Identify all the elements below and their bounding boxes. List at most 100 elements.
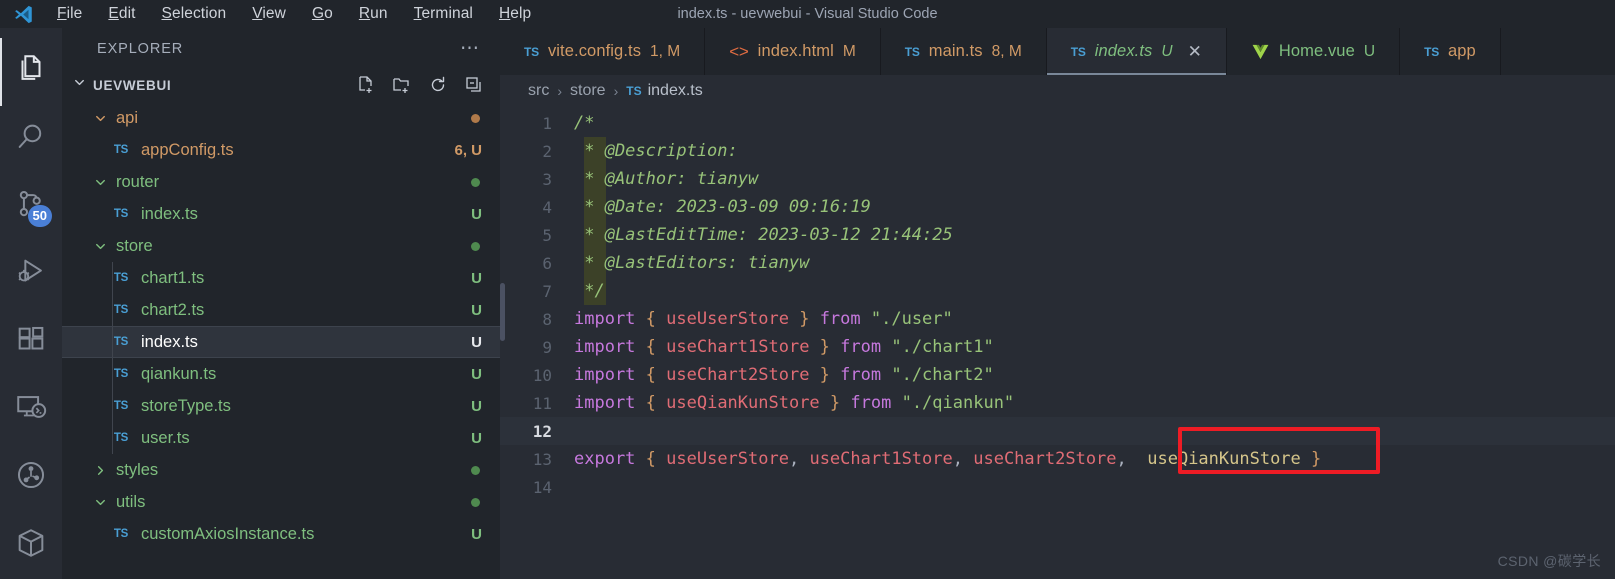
menu-item-help[interactable]: Help bbox=[486, 3, 544, 25]
tree-item-label: qiankun.ts bbox=[141, 364, 217, 383]
code-token: from bbox=[829, 365, 892, 385]
breadcrumb-part[interactable]: src bbox=[528, 82, 549, 100]
editor-tab-vite-config-ts[interactable]: TS vite.config.ts 1, M bbox=[500, 28, 706, 75]
tree-file-index-ts[interactable]: TS index.ts U bbox=[62, 198, 500, 230]
code-token: */ bbox=[574, 281, 605, 301]
graph-circle-icon bbox=[14, 458, 48, 497]
code-token: * @LastEditors: tianyw bbox=[574, 253, 810, 273]
tree-file-customAxiosInstance-ts[interactable]: TS customAxiosInstance.ts U bbox=[62, 518, 500, 550]
code-token: useChart1Store bbox=[809, 449, 953, 469]
new-file-icon[interactable] bbox=[356, 75, 376, 95]
code-token: , bbox=[1116, 449, 1148, 469]
tree-folder-utils[interactable]: utils bbox=[62, 486, 500, 518]
ts-icon: TS bbox=[113, 528, 129, 540]
breadcrumb-part[interactable]: store bbox=[570, 82, 606, 100]
menu-mnemonic: V bbox=[252, 5, 263, 22]
package-box-icon bbox=[14, 526, 48, 565]
files-icon bbox=[14, 52, 48, 91]
title-bar: File Edit Selection View Go Run Terminal Help i… bbox=[0, 0, 1615, 28]
watermark: CSDN @碳学长 bbox=[1497, 553, 1601, 569]
line-number: 13 bbox=[532, 449, 552, 469]
folder-status-dot bbox=[471, 465, 480, 475]
tree-item-label: index.ts bbox=[141, 204, 198, 223]
file-git-status: U bbox=[471, 333, 482, 351]
tree-item-label: chart1.ts bbox=[141, 268, 205, 287]
code-token: { bbox=[645, 337, 667, 357]
folder-status-dot bbox=[471, 177, 480, 187]
activity-bar-extensions[interactable] bbox=[0, 309, 62, 377]
tree-folder-styles[interactable]: styles bbox=[62, 454, 500, 486]
code-token: useQianKunStore bbox=[1147, 449, 1301, 469]
editor-tab-Home-vue[interactable]: Home.vue U bbox=[1226, 28, 1401, 75]
menu-mnemonic: S bbox=[161, 5, 172, 22]
code-token: /* bbox=[574, 113, 595, 133]
code-token: import bbox=[574, 337, 646, 357]
menu-item-run[interactable]: Run bbox=[346, 3, 401, 25]
activity-bar-graph[interactable] bbox=[0, 444, 62, 512]
line-number: 11 bbox=[532, 393, 552, 413]
line-number: 10 bbox=[532, 365, 552, 385]
tree-file-index-ts[interactable]: TS index.ts U bbox=[62, 326, 500, 358]
tree-item-label: router bbox=[116, 172, 160, 191]
code-token: useQianKunStore bbox=[666, 393, 820, 413]
remote-explorer-icon bbox=[14, 390, 48, 429]
tree-file-chart1-ts[interactable]: TS chart1.ts U bbox=[62, 262, 500, 294]
ellipsis-icon[interactable]: ⋯ bbox=[460, 39, 480, 58]
editor-tab-index-ts[interactable]: TS index.ts U ✕ bbox=[1046, 28, 1227, 75]
menu-item-terminal[interactable]: Terminal bbox=[401, 3, 486, 25]
editor-tab-app[interactable]: TS app bbox=[1400, 28, 1501, 75]
code-token: } bbox=[809, 337, 830, 357]
activity-bar-package[interactable] bbox=[0, 511, 62, 579]
sidebar-title: EXPLORER bbox=[97, 41, 184, 57]
tree-folder-api[interactable]: api bbox=[62, 102, 500, 134]
tree-item-label: appConfig.ts bbox=[141, 140, 234, 159]
code-line: 10 import { useChart2Store } from "./char… bbox=[500, 361, 1615, 389]
file-git-status: U bbox=[471, 397, 482, 415]
menu-item-edit[interactable]: Edit bbox=[95, 3, 148, 25]
new-folder-icon[interactable] bbox=[392, 75, 412, 95]
workbench-body: 50 EXPLORER ⋯ UEVWEBUI api TS appConfig.… bbox=[0, 28, 1615, 579]
menu-mnemonic: G bbox=[311, 5, 325, 22]
menu-item-file[interactable]: File bbox=[44, 3, 95, 25]
code-line: 6 * @LastEditors: tianyw bbox=[500, 249, 1615, 277]
tree-file-chart2-ts[interactable]: TS chart2.ts U bbox=[62, 294, 500, 326]
menu-item-view[interactable]: View bbox=[239, 3, 299, 25]
code-token: , bbox=[952, 449, 974, 469]
menu-item-selection[interactable]: Selection bbox=[149, 3, 240, 25]
activity-bar-source-control[interactable]: 50 bbox=[0, 173, 62, 241]
menu-label-rest: dit bbox=[118, 5, 136, 22]
close-icon[interactable]: ✕ bbox=[1188, 42, 1202, 62]
tree-file-user-ts[interactable]: TS user.ts U bbox=[62, 422, 500, 454]
menu-item-go[interactable]: Go bbox=[299, 3, 346, 25]
tree-item-label: api bbox=[116, 108, 139, 127]
line-number: 9 bbox=[542, 337, 552, 357]
tree-item-label: index.ts bbox=[141, 332, 198, 351]
activity-bar-remote-explorer[interactable] bbox=[0, 376, 62, 444]
editor-tab-index-html[interactable]: <> index.html M bbox=[705, 28, 881, 75]
tree-file-storeType-ts[interactable]: TS storeType.ts U bbox=[62, 390, 500, 422]
tree-file-qiankun-ts[interactable]: TS qiankun.ts U bbox=[62, 358, 500, 390]
activity-bar-search[interactable] bbox=[0, 106, 62, 174]
tab-status: M bbox=[842, 42, 856, 60]
code-token: useChart2Store bbox=[973, 449, 1117, 469]
file-git-status: U bbox=[471, 365, 482, 383]
tree-file-appConfig-ts[interactable]: TS appConfig.ts 6, U bbox=[62, 134, 500, 166]
refresh-icon[interactable] bbox=[428, 75, 448, 95]
code-line: 8 import { useUserStore } from "./user" bbox=[500, 305, 1615, 333]
activity-bar-explorer[interactable] bbox=[0, 38, 62, 106]
code-text: import { useChart2Store } from "./chart2… bbox=[574, 361, 994, 389]
tab-label: vite.config.ts bbox=[547, 42, 642, 60]
breadcrumb-file[interactable]: index.ts bbox=[648, 82, 703, 100]
collapse-all-icon[interactable] bbox=[464, 75, 484, 95]
workspace-root-row[interactable]: UEVWEBUI bbox=[62, 70, 500, 100]
tree-item-label: store bbox=[116, 236, 153, 255]
tab-status: U bbox=[1363, 42, 1376, 60]
code-editor[interactable]: 1/* 2 * @Description: 3 * @Author: tianyw 4… bbox=[500, 107, 1615, 579]
ts-icon: TS bbox=[1424, 44, 1439, 59]
tree-folder-router[interactable]: router bbox=[62, 166, 500, 198]
tree-folder-store[interactable]: store bbox=[62, 230, 500, 262]
indent-guide bbox=[112, 390, 113, 422]
line-number: 8 bbox=[542, 309, 552, 329]
editor-tab-main-ts[interactable]: TS main.ts 8, M bbox=[880, 28, 1047, 75]
activity-bar-run-and-debug[interactable] bbox=[0, 241, 62, 309]
